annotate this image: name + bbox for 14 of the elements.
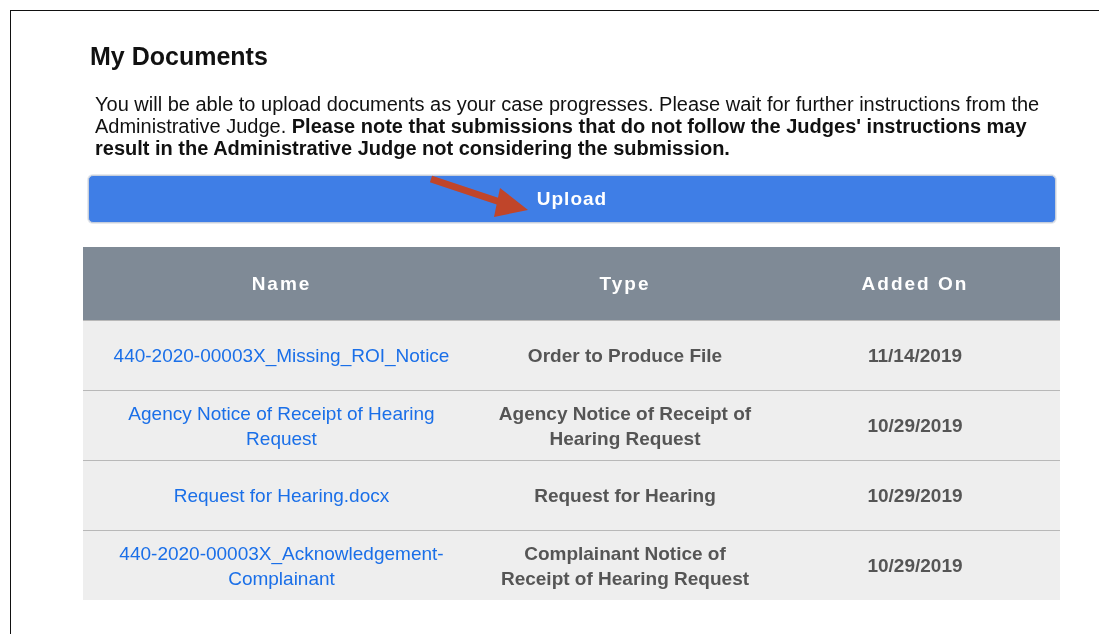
table-cell-text: 10/29/2019 xyxy=(866,484,964,508)
table-cell-text: Agency Notice of Receipt of Hearing Request xyxy=(497,401,753,451)
column-header: Name xyxy=(83,247,480,321)
table-cell-text: 10/29/2019 xyxy=(866,554,964,578)
notice-text: You will be able to upload documents as your case progresses. Please wait for further instructions from the Administrative Judge. Please note that submissions that do not follow the Judges' instructions may result in the Administrative Judge not considering the submission. xyxy=(95,93,1040,159)
table-cell-text: Complainant Notice of Receipt of Hearing Request xyxy=(499,541,751,591)
upload-button[interactable]: Upload xyxy=(88,175,1056,223)
table-cell-text: 11/14/2019 xyxy=(866,344,963,368)
table-cell-text: Order to Produce File xyxy=(526,344,724,368)
column-header: Added On xyxy=(770,247,1060,321)
table-cell-text: Request for Hearing xyxy=(533,484,717,508)
table-cell-text: 10/29/2019 xyxy=(866,414,964,438)
page-title: My Documents xyxy=(90,42,269,71)
column-header: Type xyxy=(480,247,770,321)
